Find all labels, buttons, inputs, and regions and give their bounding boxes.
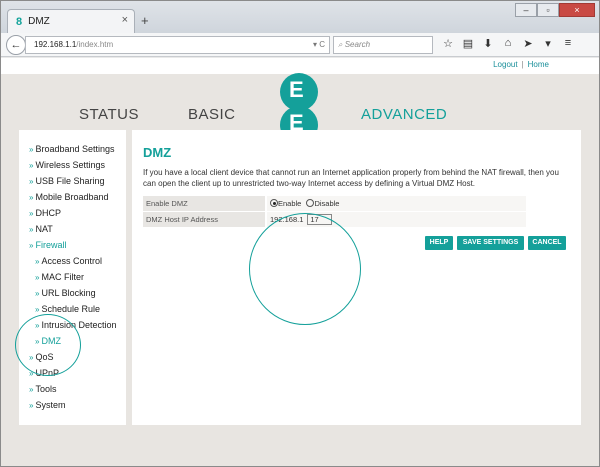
navigation-bar: ← 192.168.1.1/index.htm ▾ C ⌕ Search ☆ ▤… bbox=[1, 33, 599, 57]
search-input[interactable]: ⌕ Search bbox=[333, 36, 433, 54]
sidebar-item-label: Mobile Broadband bbox=[35, 192, 109, 202]
enable-radio[interactable] bbox=[270, 199, 278, 207]
router-page: Logout | Home STATUS BASIC E E ADVANCED » B… bbox=[1, 58, 599, 466]
sidebar-item-broadband-settings[interactable]: » Broadband Settings bbox=[29, 144, 115, 154]
tab-dmz[interactable]: 8 DMZ × bbox=[7, 9, 135, 33]
sidebar-item-label: Schedule Rule bbox=[41, 304, 100, 314]
back-arrow-icon[interactable]: ← bbox=[6, 35, 26, 55]
reading-list-icon[interactable]: ▤ bbox=[461, 37, 475, 50]
url-host: 192.168.1.1 bbox=[34, 40, 77, 49]
sidebar-item-mac-filter[interactable]: » MAC Filter bbox=[35, 272, 84, 282]
search-placeholder: Search bbox=[344, 40, 371, 49]
url-path: /index.htm bbox=[76, 40, 114, 49]
browser-window: 8 DMZ × + – ▫ × ← 192.168.1.1/index.htm … bbox=[0, 0, 600, 467]
sidebar-item-label: NAT bbox=[35, 224, 53, 234]
separator: | bbox=[521, 60, 524, 69]
cancel-button[interactable]: CANCEL bbox=[528, 236, 566, 250]
sidebar-item-label: Firewall bbox=[35, 240, 67, 250]
chevron-icon: » bbox=[29, 225, 34, 234]
logo-letter-top: E bbox=[289, 77, 304, 102]
chevron-icon: » bbox=[35, 257, 40, 266]
save-settings-button[interactable]: SAVE SETTINGS bbox=[457, 236, 524, 250]
new-tab-button[interactable]: + bbox=[141, 13, 149, 28]
chevron-icon: » bbox=[29, 385, 34, 394]
top-strip: Logout | Home bbox=[1, 58, 599, 74]
sidebar-item-url-blocking[interactable]: » URL Blocking bbox=[35, 288, 96, 298]
reload-icon[interactable]: ▾ C bbox=[313, 37, 325, 53]
header-nav: STATUS BASIC E E ADVANCED bbox=[1, 73, 599, 144]
enable-dmz-label: Enable DMZ bbox=[143, 196, 265, 211]
address-bar[interactable]: 192.168.1.1/index.htm ▾ C bbox=[25, 36, 330, 54]
sidebar-item-tools[interactable]: » Tools bbox=[29, 384, 56, 394]
sidebar-item-usb-file-sharing[interactable]: » USB File Sharing bbox=[29, 176, 104, 186]
dropdown-icon[interactable]: ▾ bbox=[541, 37, 555, 50]
send-icon[interactable]: ➤ bbox=[521, 37, 535, 50]
minimize-button[interactable]: – bbox=[515, 3, 537, 17]
chevron-icon: » bbox=[29, 177, 34, 186]
chevron-icon: » bbox=[29, 401, 34, 410]
nav-advanced[interactable]: ADVANCED bbox=[361, 106, 447, 123]
sidebar-item-label: Tools bbox=[35, 384, 57, 394]
top-links: Logout | Home bbox=[493, 60, 549, 69]
bookmark-star-icon[interactable]: ☆ bbox=[441, 37, 455, 50]
sidebar-item-label: Access Control bbox=[41, 256, 102, 266]
nav-basic[interactable]: BASIC bbox=[188, 106, 236, 123]
sidebar-item-label: Broadband Settings bbox=[35, 144, 115, 154]
sidebar-item-label: System bbox=[35, 400, 66, 410]
toolbar-icons: ☆ ▤ ⬇ ⌂ ➤ ▾ ≡ bbox=[441, 37, 575, 50]
page-title: DMZ bbox=[143, 145, 172, 160]
download-icon[interactable]: ⬇ bbox=[481, 37, 495, 50]
close-window-button[interactable]: × bbox=[559, 3, 595, 17]
chevron-icon: » bbox=[35, 273, 40, 282]
chevron-icon: » bbox=[29, 161, 34, 170]
chevron-icon: » bbox=[35, 305, 40, 314]
highlight-circle-dmz bbox=[15, 314, 81, 376]
sidebar-item-system[interactable]: » System bbox=[29, 400, 65, 410]
sidebar-item-dhcp[interactable]: » DHCP bbox=[29, 208, 61, 218]
nav-status[interactable]: STATUS bbox=[79, 106, 139, 123]
logout-link[interactable]: Logout bbox=[493, 60, 517, 69]
sidebar-item-label: URL Blocking bbox=[41, 288, 96, 298]
sidebar-item-wireless-settings[interactable]: » Wireless Settings bbox=[29, 160, 105, 170]
sidebar-item-access-control[interactable]: » Access Control bbox=[35, 256, 102, 266]
highlight-circle-settings bbox=[249, 213, 361, 325]
chevron-icon: » bbox=[29, 145, 34, 154]
ee-favicon-icon: 8 bbox=[16, 15, 23, 28]
page-description: If you have a local client device that c… bbox=[143, 168, 559, 188]
maximize-button[interactable]: ▫ bbox=[537, 3, 559, 17]
chevron-icon: » bbox=[35, 289, 40, 298]
enable-radio-label: Enable bbox=[278, 199, 302, 208]
sidebar-item-label: Wireless Settings bbox=[35, 160, 105, 170]
search-icon: ⌕ bbox=[338, 40, 345, 49]
tab-close-icon[interactable]: × bbox=[122, 14, 128, 26]
window-controls: – ▫ × bbox=[515, 3, 595, 17]
chevron-icon: » bbox=[29, 241, 34, 250]
tab-bar: 8 DMZ × + – ▫ × bbox=[1, 1, 599, 33]
chevron-icon: » bbox=[29, 193, 34, 202]
enable-dmz-options: Enable Disable bbox=[267, 196, 526, 211]
home-link[interactable]: Home bbox=[528, 60, 549, 69]
chevron-icon: » bbox=[29, 209, 34, 218]
sidebar-item-label: USB File Sharing bbox=[35, 176, 105, 186]
home-icon[interactable]: ⌂ bbox=[501, 37, 515, 50]
sidebar: » Broadband Settings » Wireless Settings »… bbox=[19, 130, 126, 425]
sidebar-item-mobile-broadband[interactable]: » Mobile Broadband bbox=[29, 192, 109, 202]
sidebar-item-label: DHCP bbox=[35, 208, 61, 218]
sidebar-item-schedule-rule[interactable]: » Schedule Rule bbox=[35, 304, 100, 314]
tab-title: DMZ bbox=[28, 16, 50, 27]
enable-dmz-row: Enable DMZ Enable Disable bbox=[143, 196, 526, 211]
help-button[interactable]: HELP bbox=[425, 236, 453, 250]
sidebar-item-nat[interactable]: » NAT bbox=[29, 224, 53, 234]
disable-radio-label: Disable bbox=[314, 199, 340, 208]
menu-icon[interactable]: ≡ bbox=[561, 37, 575, 50]
sidebar-item-firewall[interactable]: » Firewall bbox=[29, 240, 66, 250]
host-ip-label: DMZ Host IP Address bbox=[143, 212, 265, 227]
sidebar-item-label: MAC Filter bbox=[41, 272, 84, 282]
